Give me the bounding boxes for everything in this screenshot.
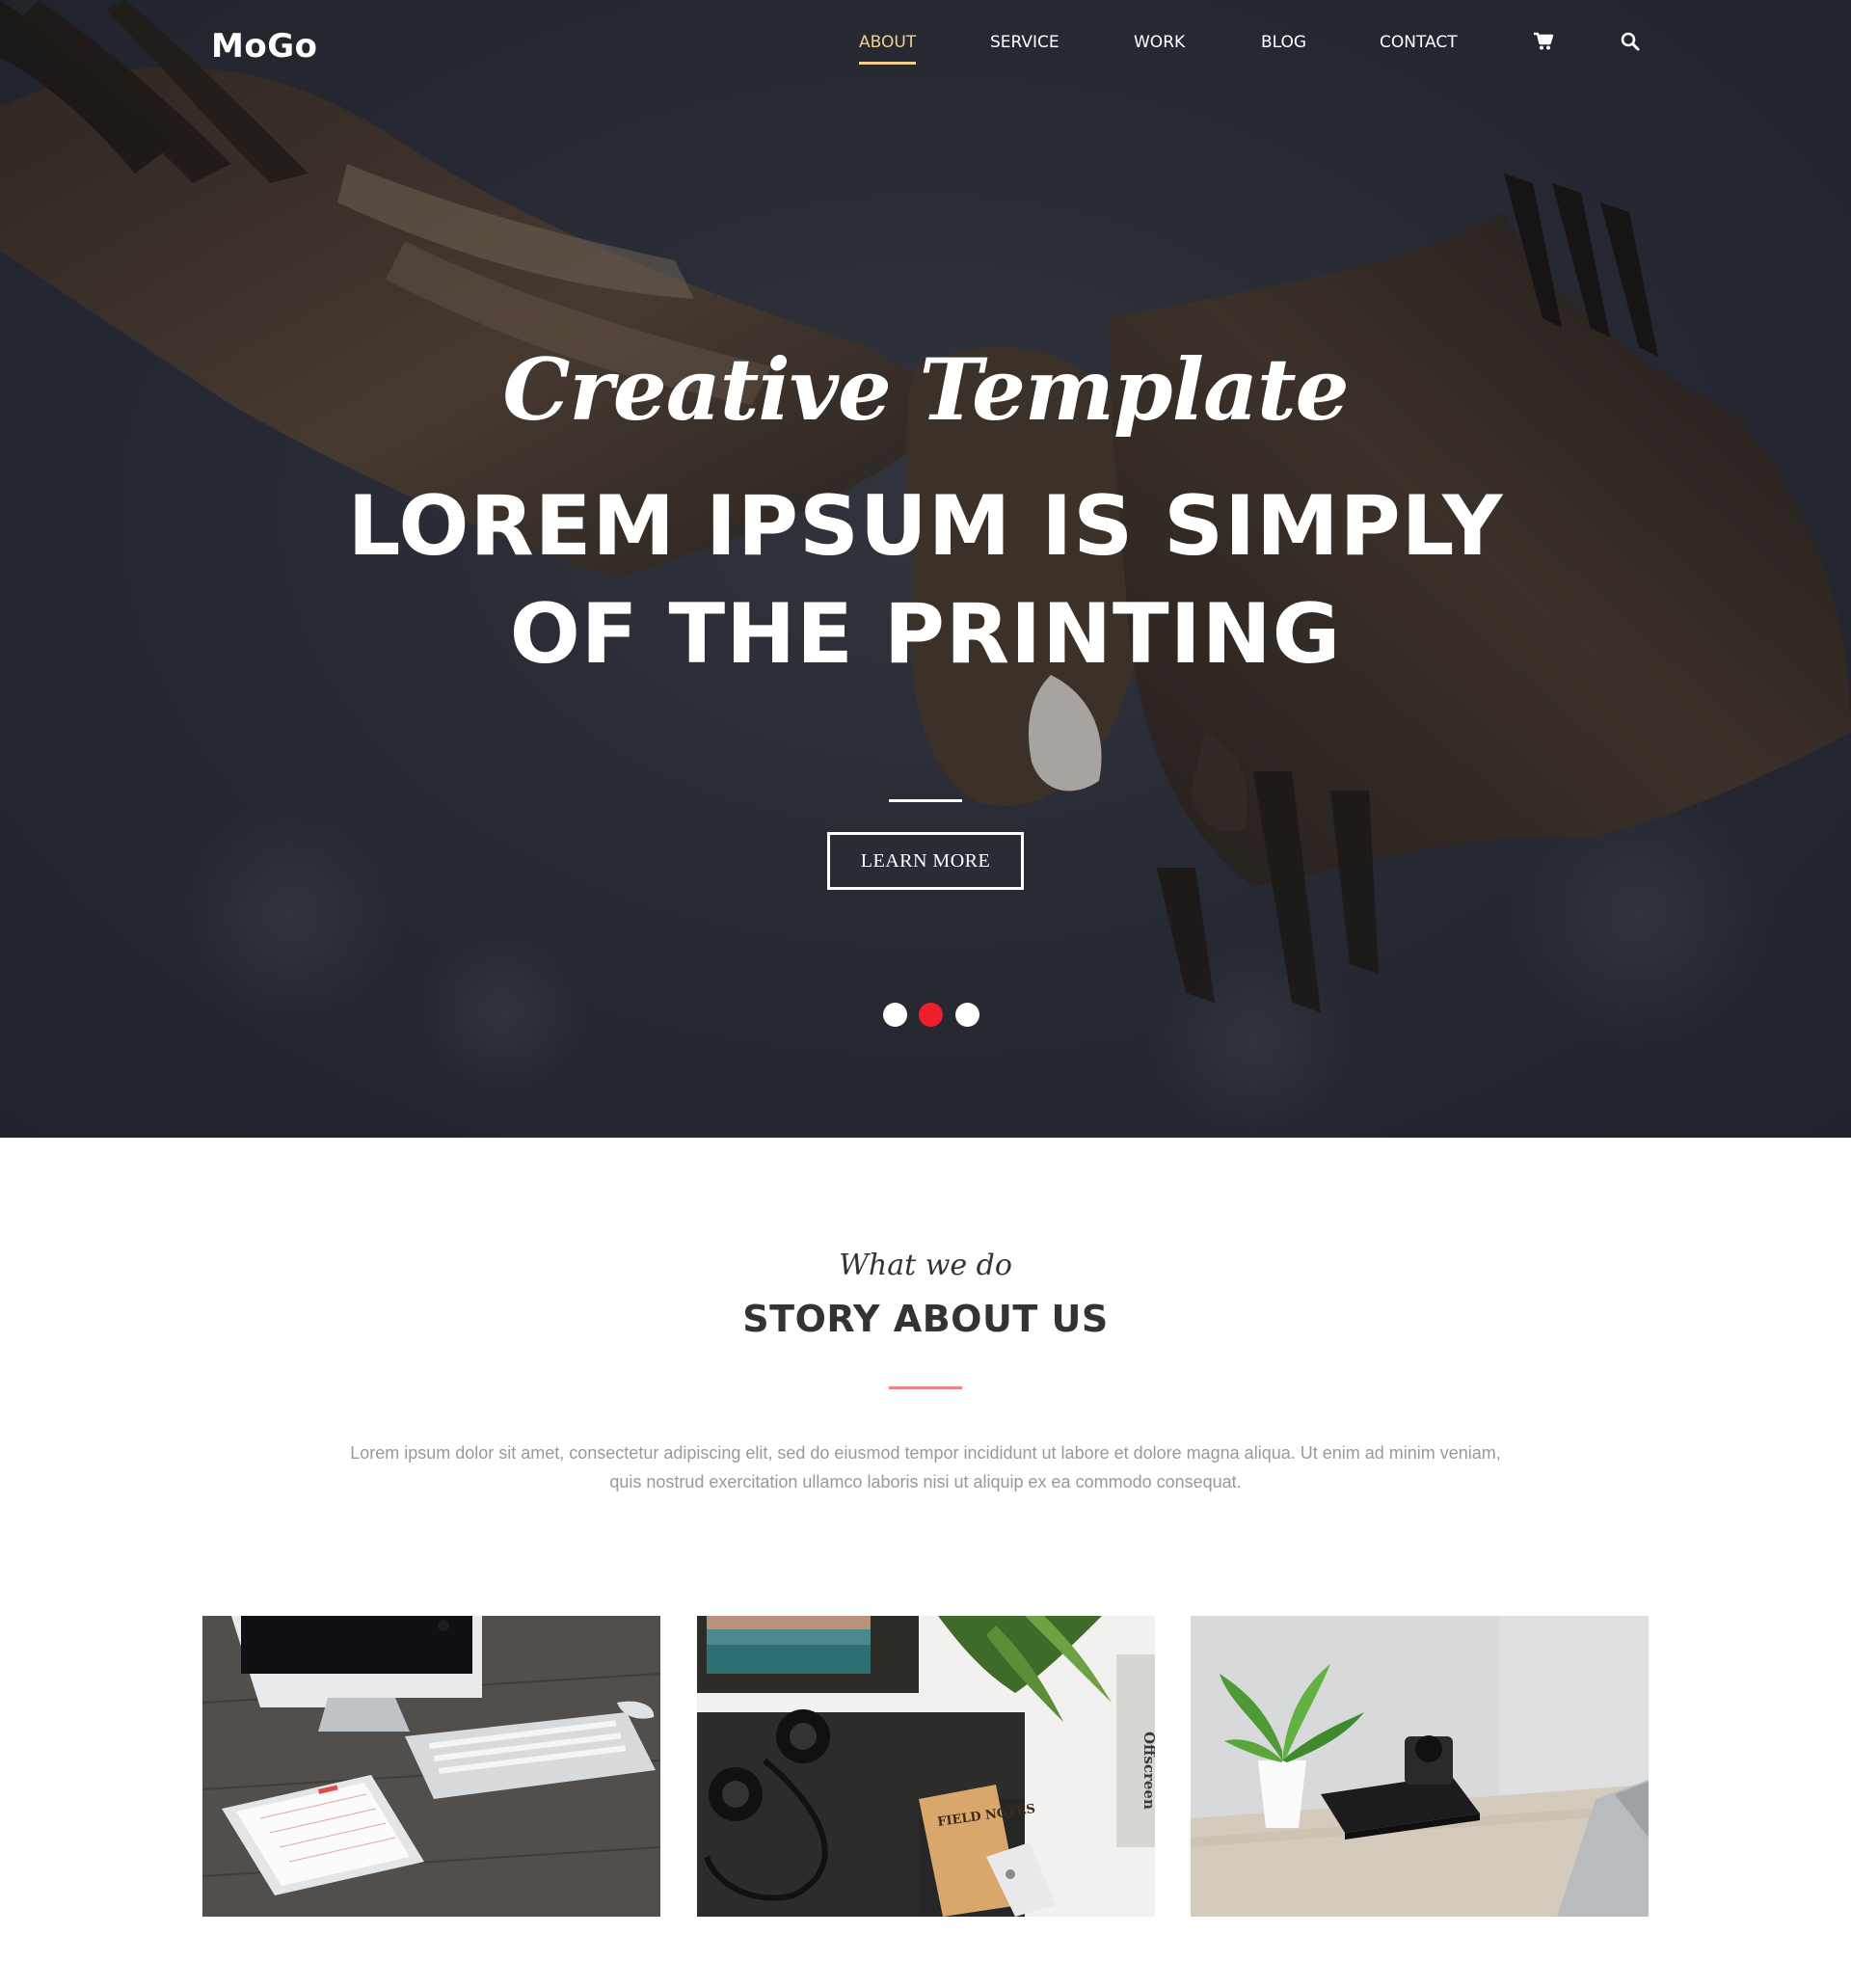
nav-item-label: ABOUT <box>859 33 917 52</box>
nav-active-underline <box>859 62 917 65</box>
section-title: STORY ABOUT US <box>742 1298 1109 1340</box>
learn-more-button[interactable]: LEARN MORE <box>827 832 1024 890</box>
nav-item-service[interactable]: SERVICE <box>990 33 1060 52</box>
photo-plant-camera[interactable] <box>1191 1616 1649 1917</box>
book-spine-label: Offscreen <box>1140 1732 1155 1810</box>
photo-desk-computer[interactable] <box>202 1616 660 1917</box>
hero-title: LOREM IPSUM IS SIMPLY OF THE PRINTING <box>0 472 1851 688</box>
nav-item-about[interactable]: ABOUT <box>859 33 917 65</box>
slider-dot-2[interactable] <box>919 1003 943 1027</box>
nav-item-label: BLOG <box>1261 33 1307 52</box>
section-description: Lorem ipsum dolor sit amet, consectetur … <box>350 1443 1501 1491</box>
nav-item-label: CONTACT <box>1380 33 1458 52</box>
nav-item-blog[interactable]: BLOG <box>1261 33 1306 52</box>
hero-title-line-1: LOREM IPSUM IS SIMPLY <box>347 478 1504 575</box>
nav-item-label: WORK <box>1134 33 1186 52</box>
photo-desk-computer-image <box>202 1616 660 1917</box>
nav-item-label: SERVICE <box>990 33 1060 52</box>
photo-plant-camera-image <box>1191 1616 1649 1917</box>
slider-dot-3[interactable] <box>955 1003 979 1027</box>
nav-item-work[interactable]: WORK <box>1134 33 1185 52</box>
hero-title-line-2: OF THE PRINTING <box>509 586 1342 683</box>
search-icon[interactable] <box>1620 31 1641 52</box>
slider-dots <box>0 1003 1851 1028</box>
section-divider <box>889 1386 962 1389</box>
slider-dot-1[interactable] <box>883 1003 907 1027</box>
hero-subtitle: Creative Template <box>502 339 1349 440</box>
hero-divider <box>889 799 962 802</box>
photo-headphones-desk[interactable]: Offscreen FIELD NOTES <box>697 1616 1155 1917</box>
brand-logo[interactable]: MoGo <box>211 27 317 66</box>
section-subtitle: What we do <box>839 1249 1012 1282</box>
nav-item-contact[interactable]: CONTACT <box>1380 33 1458 52</box>
photo-headphones-desk-image: Offscreen FIELD NOTES <box>697 1616 1155 1917</box>
top-navbar: MoGo ABOUT SERVICE WORK BLOG CONTACT <box>0 0 1851 87</box>
cart-icon[interactable] <box>1533 31 1554 52</box>
hero-section: MoGo ABOUT SERVICE WORK BLOG CONTACT Cre… <box>0 0 1851 1138</box>
